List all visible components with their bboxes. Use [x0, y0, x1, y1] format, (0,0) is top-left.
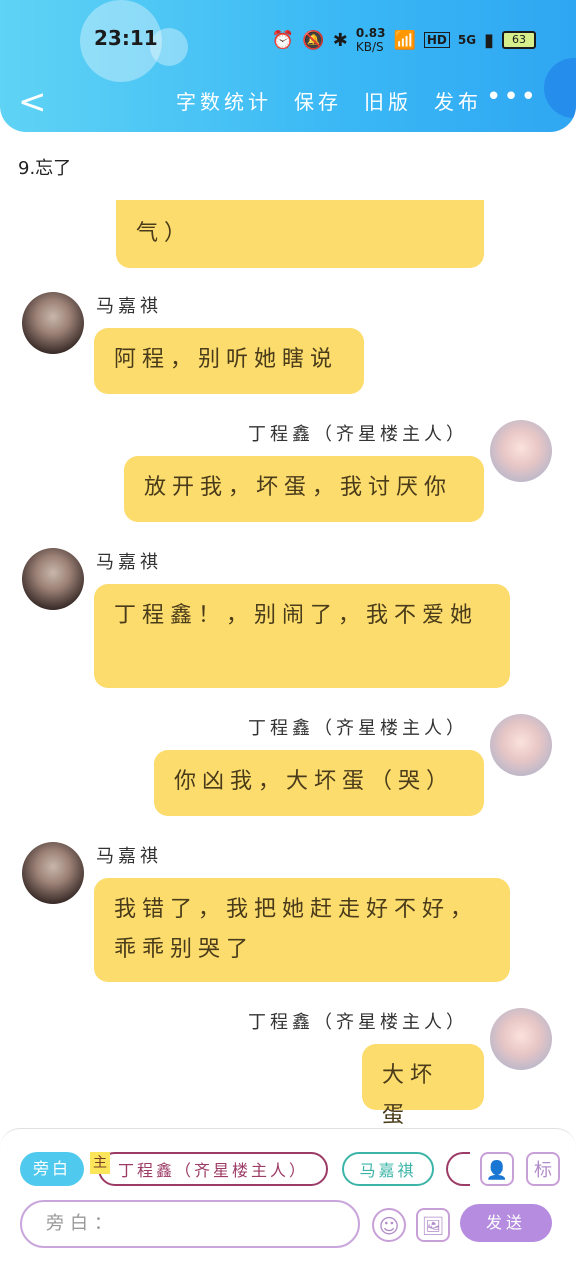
decor-bubble: [544, 58, 576, 118]
wifi-icon: 📶: [393, 29, 416, 51]
avatar[interactable]: [490, 714, 552, 776]
message-input[interactable]: 旁白：: [20, 1200, 360, 1248]
avatar[interactable]: [22, 548, 84, 610]
hd-badge: HD: [423, 32, 450, 48]
speaker-name: 丁程鑫（齐星楼主人）: [248, 424, 468, 445]
message-bubble[interactable]: 气）: [116, 200, 484, 268]
avatar[interactable]: [490, 420, 552, 482]
net-speed: 0.83 KB/S: [355, 26, 386, 54]
message-bubble[interactable]: 阿程，别听她瞎说: [94, 328, 364, 394]
mute-icon: 🔕: [302, 29, 325, 51]
bluetooth-icon: ✱: [332, 29, 348, 51]
signal-icon: ▮: [484, 29, 494, 51]
image-icon[interactable]: 🖼: [416, 1208, 450, 1242]
message-bubble[interactable]: 大坏蛋: [362, 1044, 484, 1128]
avatar[interactable]: [490, 1008, 552, 1070]
publish-button[interactable]: 发布: [434, 86, 482, 115]
role-manage-icon[interactable]: 👤: [480, 1152, 514, 1186]
toolbar-actions: 字数统计 保存 旧版 发布: [176, 86, 482, 115]
save-button[interactable]: 保存: [294, 86, 342, 115]
send-button[interactable]: 发送: [460, 1204, 552, 1242]
status-time: 23:11: [94, 26, 158, 50]
avatar[interactable]: [22, 292, 84, 354]
signal-label: 5G: [457, 33, 477, 47]
chapter-title: 9.忘了: [18, 158, 72, 179]
speaker-name: 马嘉祺: [96, 846, 162, 867]
role-chip-ding[interactable]: 丁程鑫（齐星楼主人）: [98, 1152, 328, 1186]
tag-button[interactable]: 标: [526, 1152, 560, 1186]
avatar[interactable]: [22, 842, 84, 904]
message-bubble[interactable]: 丁程鑫！，别闹了，我不爱她: [94, 584, 510, 688]
top-header: 23:11 ⏰ 🔕 ✱ 0.83 KB/S 📶 HD 5G ▮ 63 < 字数统计…: [0, 0, 576, 132]
narration-chip[interactable]: 旁白: [20, 1152, 84, 1186]
message-bubble[interactable]: 你凶我，大坏蛋（哭）: [154, 750, 484, 816]
alarm-icon: ⏰: [271, 29, 295, 51]
battery-icon: 63: [502, 31, 536, 49]
back-button[interactable]: <: [18, 82, 47, 122]
main-role-tag: 主: [90, 1152, 110, 1174]
speaker-name: 马嘉祺: [96, 552, 162, 573]
speaker-name: 马嘉祺: [96, 296, 162, 317]
status-icons: ⏰ 🔕 ✱ 0.83 KB/S 📶 HD 5G ▮ 63: [272, 26, 536, 54]
word-count-button[interactable]: 字数统计: [176, 86, 272, 115]
speaker-name: 丁程鑫（齐星楼主人）: [248, 718, 468, 739]
emoji-icon[interactable]: ☺: [372, 1208, 406, 1242]
old-version-button[interactable]: 旧版: [364, 86, 412, 115]
message-bubble[interactable]: 放开我，坏蛋，我讨厌你: [124, 456, 484, 522]
more-icon[interactable]: •••: [486, 82, 538, 112]
speaker-name: 丁程鑫（齐星楼主人）: [248, 1012, 468, 1033]
message-bubble[interactable]: 我错了，我把她赶走好不好，乖乖别哭了: [94, 878, 510, 982]
role-chip-ma[interactable]: 马嘉祺: [342, 1152, 434, 1186]
